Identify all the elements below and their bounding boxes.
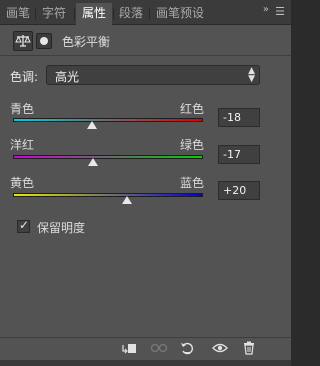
properties-panel: 画笔 字符 属性 段落 画笔预设 » ☰ 色彩平衡 色调: 高光 ▲ ▼ 青色 红… (0, 0, 291, 366)
yellow-blue-slider-thumb[interactable] (122, 196, 132, 204)
clip-to-layer-icon[interactable] (120, 341, 138, 357)
properties-header: 色彩平衡 (0, 25, 291, 56)
tone-selected-value: 高光 (55, 70, 80, 84)
up-down-arrows-icon: ▲ ▼ (248, 66, 255, 84)
slider-cyan-label: 青色 (10, 102, 35, 116)
slider-red-label: 红色 (180, 102, 205, 116)
tab-paragraph[interactable]: 段落 (116, 3, 146, 24)
slider-blue-label: 蓝色 (180, 176, 205, 190)
panel-menu-icon[interactable]: ☰ (275, 5, 285, 18)
mask-icon[interactable] (36, 33, 52, 49)
slider-magenta-label: 洋红 (10, 138, 35, 152)
checkmark-icon: ✓ (19, 218, 30, 232)
tab-divider (149, 8, 150, 20)
adjustment-title: 色彩平衡 (62, 35, 111, 49)
view-previous-icon[interactable] (150, 341, 168, 357)
preserve-luminosity-label: 保留明度 (37, 221, 86, 235)
tab-divider (113, 8, 114, 20)
magenta-green-value-input[interactable]: -17 (218, 145, 260, 164)
panel-bottom-edge (0, 360, 291, 366)
cyan-red-slider-track[interactable] (13, 118, 203, 122)
yellow-blue-slider-track[interactable] (13, 193, 203, 197)
tab-divider (74, 8, 75, 20)
tab-brush[interactable]: 画笔 (4, 3, 32, 24)
slider-green-label: 绿色 (180, 138, 205, 152)
tab-bar: 画笔 字符 属性 段落 画笔预设 » ☰ (0, 0, 291, 25)
properties-toolbar (0, 337, 291, 360)
magenta-green-slider-thumb[interactable] (88, 158, 98, 166)
magenta-green-slider-track[interactable] (13, 155, 203, 159)
cyan-red-slider-thumb[interactable] (87, 121, 97, 129)
visibility-eye-icon[interactable] (211, 341, 229, 357)
yellow-blue-value-input[interactable]: +20 (218, 181, 260, 200)
tab-divider (35, 8, 36, 20)
trash-icon[interactable] (240, 341, 258, 357)
tab-brush-presets[interactable]: 画笔预设 (152, 3, 208, 24)
reset-icon[interactable] (178, 341, 196, 357)
balance-scale-icon (13, 31, 33, 51)
collapse-double-arrow-icon[interactable]: » (263, 4, 269, 15)
tab-character[interactable]: 字符 (38, 3, 70, 24)
tone-label: 色调: (10, 70, 39, 84)
slider-yellow-label: 黄色 (10, 176, 35, 190)
cyan-red-value-input[interactable]: -18 (218, 108, 260, 127)
tab-properties[interactable]: 属性 (76, 3, 112, 25)
preserve-luminosity-checkbox[interactable]: ✓ (17, 218, 30, 233)
tone-dropdown[interactable]: 高光 ▲ ▼ (46, 65, 260, 85)
